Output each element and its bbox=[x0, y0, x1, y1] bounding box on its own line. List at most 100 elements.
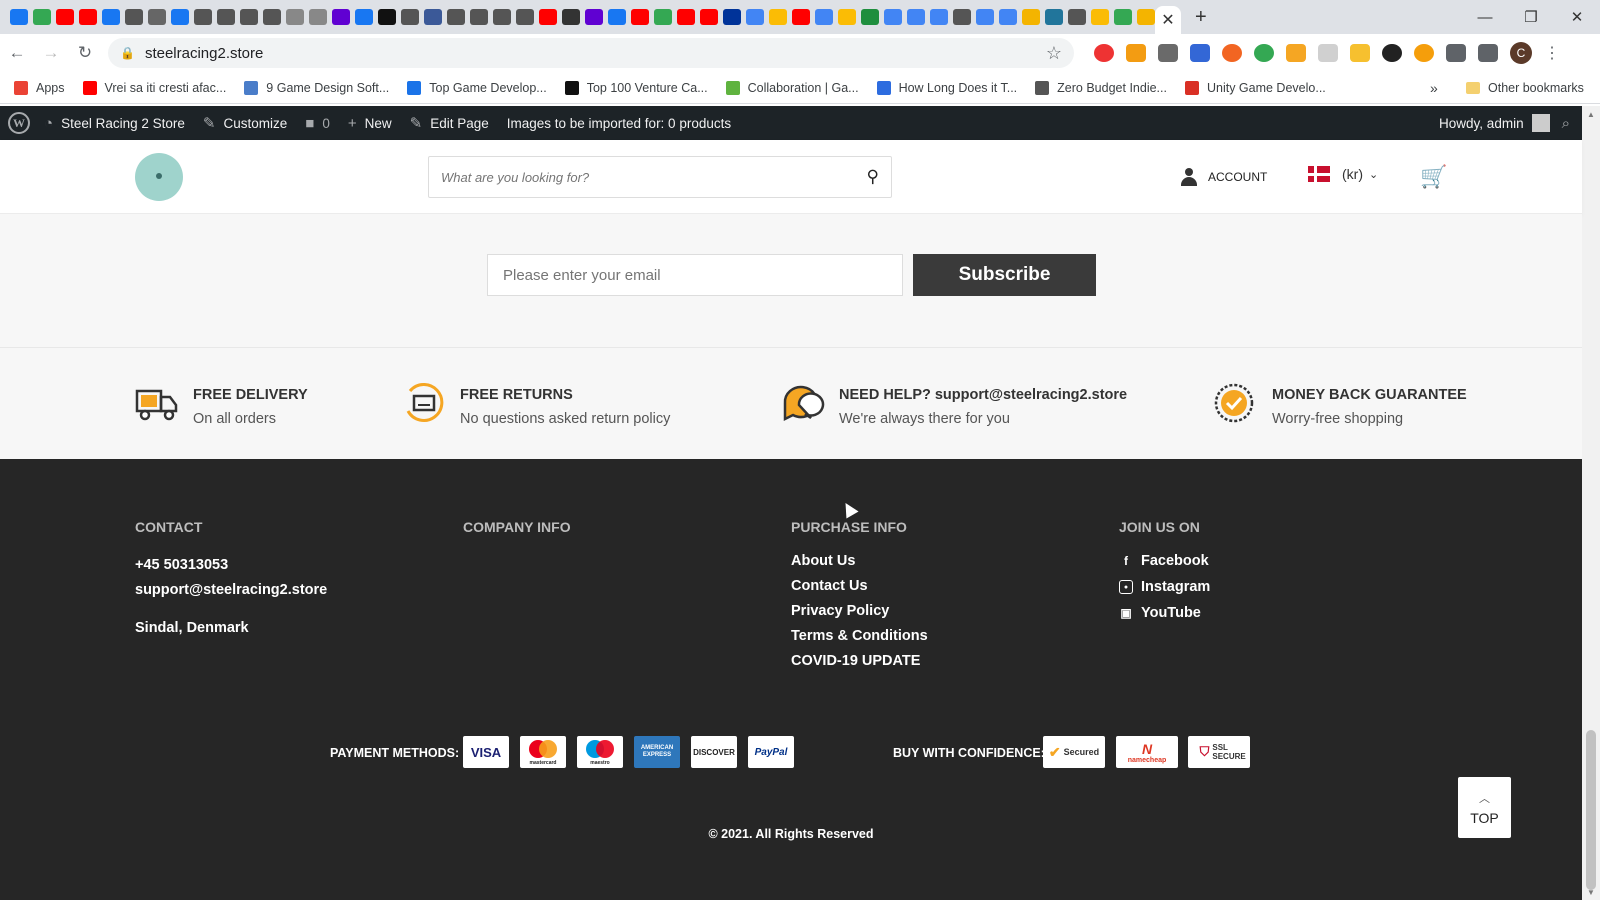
tab-favicon[interactable] bbox=[148, 9, 166, 25]
search-icon[interactable]: ⚲ bbox=[867, 167, 879, 187]
opera-extension-icon[interactable] bbox=[1094, 44, 1114, 62]
tab-favicon[interactable] bbox=[539, 9, 557, 25]
admin-site-name[interactable]: ◔ Steel Racing 2 Store bbox=[44, 115, 185, 132]
reload-icon[interactable]: ↻ bbox=[68, 43, 102, 63]
tab-favicon[interactable] bbox=[286, 9, 304, 25]
scroll-thumb[interactable] bbox=[1586, 730, 1596, 890]
tab-favicon[interactable] bbox=[309, 9, 327, 25]
account-link[interactable]: ACCOUNT bbox=[1180, 168, 1267, 186]
lock-icon[interactable]: 🔒 bbox=[120, 46, 135, 60]
currency-switcher[interactable]: (kr) ⌄ bbox=[1308, 166, 1378, 182]
tab-favicon[interactable] bbox=[976, 9, 994, 25]
tab-favicon[interactable] bbox=[332, 9, 350, 25]
tab-favicons[interactable] bbox=[0, 0, 1155, 34]
tab-favicon[interactable] bbox=[217, 9, 235, 25]
tab-favicon[interactable] bbox=[470, 9, 488, 25]
tab-favicon[interactable] bbox=[1114, 9, 1132, 25]
social-youtube[interactable]: ▣ YouTube bbox=[1119, 605, 1210, 621]
close-window-button[interactable]: ✕ bbox=[1554, 0, 1600, 34]
tab-favicon[interactable] bbox=[355, 9, 373, 25]
admin-customize[interactable]: ✎ Customize bbox=[203, 114, 287, 132]
tab-favicon[interactable] bbox=[700, 9, 718, 25]
forward-icon[interactable]: → bbox=[34, 43, 68, 63]
extensions-puzzle-icon[interactable] bbox=[1446, 44, 1466, 62]
sun-extension-icon[interactable] bbox=[1222, 44, 1242, 62]
bell-extension-icon[interactable] bbox=[1350, 44, 1370, 62]
tab-favicon[interactable] bbox=[171, 9, 189, 25]
tab-favicon[interactable] bbox=[56, 9, 74, 25]
maximize-button[interactable]: ❐ bbox=[1508, 0, 1554, 34]
k-extension-icon[interactable] bbox=[1382, 44, 1402, 62]
tab-favicon[interactable] bbox=[930, 9, 948, 25]
site-logo[interactable] bbox=[135, 153, 183, 201]
footer-link-privacy-policy[interactable]: Privacy Policy bbox=[791, 603, 928, 619]
tab-favicon[interactable] bbox=[10, 9, 28, 25]
tab-close-icon[interactable]: ✕ bbox=[1161, 10, 1174, 30]
contact-email[interactable]: support@steelracing2.store bbox=[135, 578, 327, 603]
bookmark-item[interactable]: Top 100 Venture Ca... bbox=[564, 80, 708, 95]
tab-favicon[interactable] bbox=[953, 9, 971, 25]
half-moon-extension-icon[interactable] bbox=[1414, 44, 1434, 62]
minimize-button[interactable]: — bbox=[1462, 0, 1508, 34]
tab-favicon[interactable] bbox=[240, 9, 258, 25]
tab-favicon[interactable] bbox=[723, 9, 741, 25]
admin-new[interactable]: + New bbox=[348, 115, 392, 132]
arrow-extension-icon[interactable] bbox=[1190, 44, 1210, 62]
bookmark-item[interactable]: Apps bbox=[14, 80, 65, 95]
tab-favicon[interactable] bbox=[1068, 9, 1086, 25]
hex-extension-icon[interactable] bbox=[1318, 44, 1338, 62]
tab-favicon[interactable] bbox=[79, 9, 97, 25]
cart-icon[interactable]: 🛒 bbox=[1420, 164, 1447, 190]
admin-comments[interactable]: ■ 0 bbox=[305, 115, 330, 132]
subscribe-button[interactable]: Subscribe bbox=[913, 254, 1096, 296]
scroll-up-arrow-icon[interactable]: ▲ bbox=[1582, 106, 1600, 122]
tab-favicon[interactable] bbox=[907, 9, 925, 25]
tab-favicon[interactable] bbox=[493, 9, 511, 25]
tab-favicon[interactable] bbox=[792, 9, 810, 25]
tab-favicon[interactable] bbox=[631, 9, 649, 25]
tab-favicon[interactable] bbox=[378, 9, 396, 25]
tab-favicon[interactable] bbox=[884, 9, 902, 25]
scroll-down-arrow-icon[interactable]: ▼ bbox=[1582, 884, 1600, 900]
active-tab[interactable]: ✕ bbox=[1155, 6, 1181, 34]
tab-favicon[interactable] bbox=[1022, 9, 1040, 25]
bookmark-star-icon[interactable]: ☆ bbox=[1046, 43, 1062, 64]
admin-search-icon[interactable]: ⌕ bbox=[1562, 115, 1570, 132]
tab-favicon[interactable] bbox=[838, 9, 856, 25]
bookmark-item[interactable]: 9 Game Design Soft... bbox=[244, 80, 389, 95]
wordpress-logo-icon[interactable]: W bbox=[8, 112, 30, 134]
back-to-top-button[interactable]: ︿ TOP bbox=[1458, 777, 1511, 838]
footer-link-contact-us[interactable]: Contact Us bbox=[791, 578, 928, 594]
tab-favicon[interactable] bbox=[654, 9, 672, 25]
back-icon[interactable]: ← bbox=[0, 43, 34, 63]
bookmark-item[interactable]: Collaboration | Ga... bbox=[725, 80, 859, 95]
admin-edit-page[interactable]: ✎ Edit Page bbox=[410, 114, 489, 132]
contact-phone[interactable]: +45 50313053 bbox=[135, 553, 327, 578]
reading-list-icon[interactable] bbox=[1478, 44, 1498, 62]
tab-favicon[interactable] bbox=[769, 9, 787, 25]
tab-favicon[interactable] bbox=[102, 9, 120, 25]
tab-favicon[interactable] bbox=[401, 9, 419, 25]
profile-avatar[interactable]: C bbox=[1510, 42, 1532, 64]
bookmark-item[interactable]: Zero Budget Indie... bbox=[1035, 80, 1167, 95]
tab-favicon[interactable] bbox=[861, 9, 879, 25]
address-url[interactable]: steelracing2.store bbox=[145, 45, 1046, 62]
page-scrollbar[interactable]: ▲ ▼ bbox=[1582, 106, 1600, 900]
shop-extension-icon[interactable] bbox=[1126, 44, 1146, 62]
tab-favicon[interactable] bbox=[815, 9, 833, 25]
search-input[interactable] bbox=[441, 169, 867, 185]
tab-favicon[interactable] bbox=[263, 9, 281, 25]
tab-favicon[interactable] bbox=[608, 9, 626, 25]
bookmark-item[interactable]: How Long Does it T... bbox=[876, 80, 1017, 95]
tab-favicon[interactable] bbox=[999, 9, 1017, 25]
tab-favicon[interactable] bbox=[125, 9, 143, 25]
browser-menu-icon[interactable]: ⋮ bbox=[1544, 43, 1560, 63]
bookmark-item[interactable]: Top Game Develop... bbox=[407, 80, 547, 95]
address-bar[interactable]: 🔒 steelracing2.store ☆ bbox=[108, 38, 1074, 68]
tab-favicon[interactable] bbox=[424, 9, 442, 25]
bookmark-item[interactable]: Vrei sa iti cresti afac... bbox=[82, 80, 226, 95]
footer-link-about-us[interactable]: About Us bbox=[791, 553, 928, 569]
tab-favicon[interactable] bbox=[1045, 9, 1063, 25]
bookmark-item[interactable]: Unity Game Develo... bbox=[1184, 80, 1326, 95]
tab-favicon[interactable] bbox=[562, 9, 580, 25]
